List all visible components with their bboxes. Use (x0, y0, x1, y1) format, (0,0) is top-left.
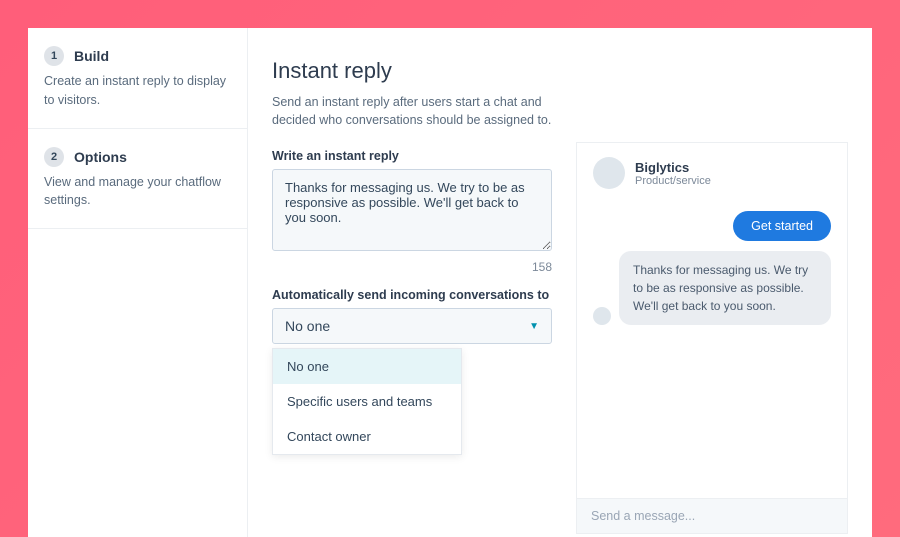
step-number: 1 (44, 46, 64, 66)
compose-input[interactable]: Send a message... (577, 498, 847, 533)
step-header: 1 Build (44, 46, 231, 66)
main-content: Instant reply Send an instant reply afte… (248, 28, 872, 537)
form-column: Instant reply Send an instant reply afte… (272, 58, 552, 537)
route-select-value: No one (285, 318, 330, 334)
avatar (593, 157, 625, 189)
dropdown-option-specific[interactable]: Specific users and teams (273, 384, 461, 419)
avatar-small (593, 307, 611, 325)
char-counter: 158 (272, 260, 552, 274)
route-dropdown: No one Specific users and teams Contact … (272, 348, 462, 455)
route-select[interactable]: No one ▼ (272, 308, 552, 344)
dropdown-option-no-one[interactable]: No one (273, 349, 461, 384)
message-bubble: Thanks for messaging us. We try to be as… (619, 251, 831, 325)
main-card: 1 Build Create an instant reply to displ… (28, 28, 872, 537)
caret-down-icon: ▼ (529, 321, 539, 332)
company-block: Biglytics Product/service (635, 160, 711, 187)
route-label: Automatically send incoming conversation… (272, 288, 552, 302)
step-number: 2 (44, 147, 64, 167)
step-header: 2 Options (44, 147, 231, 167)
step-build[interactable]: 1 Build Create an instant reply to displ… (28, 28, 247, 129)
write-reply-label: Write an instant reply (272, 149, 552, 163)
step-options[interactable]: 2 Options View and manage your chatflow … (28, 129, 247, 230)
reply-textarea[interactable] (272, 169, 552, 251)
page-subhead: Send an instant reply after users start … (272, 94, 552, 129)
get-started-button[interactable]: Get started (733, 211, 831, 241)
step-description: View and manage your chatflow settings. (44, 173, 231, 211)
company-subtitle: Product/service (635, 175, 711, 187)
page-title: Instant reply (272, 58, 552, 84)
sidebar: 1 Build Create an instant reply to displ… (28, 28, 248, 537)
step-title: Options (74, 149, 127, 165)
step-description: Create an instant reply to display to vi… (44, 72, 231, 110)
message-row: Thanks for messaging us. We try to be as… (593, 251, 831, 325)
company-name: Biglytics (635, 160, 711, 175)
step-title: Build (74, 48, 109, 64)
preview-header: Biglytics Product/service (577, 143, 847, 203)
chat-preview: Biglytics Product/service Get started Th… (576, 142, 848, 534)
dropdown-option-owner[interactable]: Contact owner (273, 419, 461, 454)
route-select-wrap: No one ▼ No one Specific users and teams… (272, 308, 552, 344)
preview-body: Get started Thanks for messaging us. We … (577, 203, 847, 498)
